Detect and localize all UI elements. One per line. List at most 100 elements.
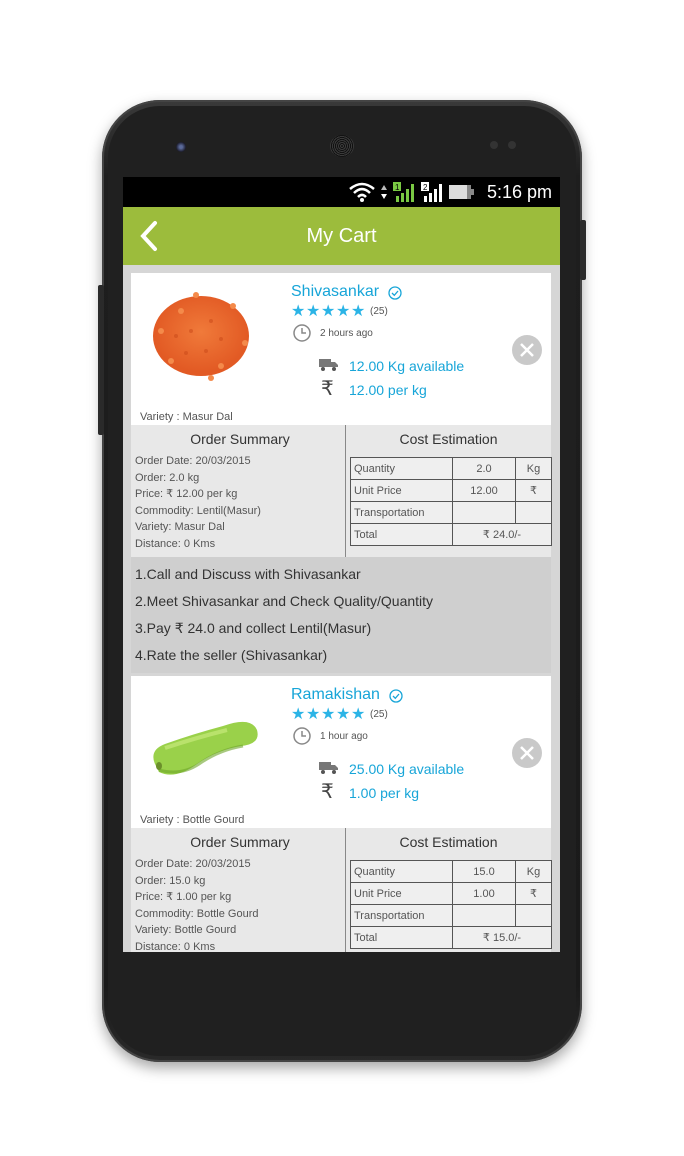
table-row: Total ₹ 24.0/- [350, 523, 552, 546]
remove-item-button[interactable] [512, 335, 542, 365]
cell: Kg [515, 860, 552, 883]
order-price: Price: ₹ 1.00 per kg [135, 891, 232, 903]
battery-icon [448, 185, 474, 199]
cart-list[interactable]: Variety : Masur Dal Shivasankar ★ ★ ★ ★ ★ (2… [123, 265, 560, 952]
order-date: Order Date: 20/03/2015 [135, 858, 251, 870]
rating-count: (25) [370, 306, 388, 317]
step-rate[interactable]: 4.Rate the seller (Shivasankar) [135, 642, 547, 669]
clock-icon [293, 727, 311, 745]
table-row: Total ₹ 15.0/- [350, 926, 552, 949]
rupee-icon: ₹ [321, 781, 334, 803]
table-row: Transportation [350, 501, 552, 524]
order-quantity: Order: 2.0 kg [135, 471, 200, 484]
order-summary: Order Summary Order Date: 20/03/2015 Ord… [131, 828, 346, 952]
data-arrows-icon [380, 185, 387, 199]
order-variety: Variety: Masur Dal [135, 521, 225, 533]
truck-icon [319, 762, 338, 774]
cell: Unit Price [350, 882, 453, 905]
rupee-icon: ₹ [321, 378, 334, 400]
order-variety: Variety: Bottle Gourd [135, 924, 237, 936]
cell: 15.0 [452, 860, 516, 883]
cost-estimation: Cost Estimation Quantity 15.0 Kg Unit Pric… [346, 828, 552, 952]
cell: 12.00 [452, 479, 516, 502]
cell: Transportation [350, 501, 453, 524]
unit-price: 1.00 per kg [349, 785, 420, 801]
step-call: 1.Call and Discuss with Shivasankar [135, 566, 361, 582]
star-icon: ★ [321, 303, 336, 320]
cell [452, 904, 516, 927]
order-summary: Order Summary Order Date: 20/03/2015 Ord… [131, 425, 346, 557]
order-distance: Distance: 0 Kms [135, 940, 216, 953]
close-icon [520, 343, 534, 357]
table-row: Quantity 2.0 Kg [350, 457, 552, 480]
remove-item-button[interactable] [512, 738, 542, 768]
light-sensor [508, 141, 516, 149]
cost-estimation: Cost Estimation Quantity 2.0 Kg Unit Price… [346, 425, 552, 557]
front-camera [176, 142, 186, 152]
table-row: Transportation [350, 904, 552, 927]
svg-text:2: 2 [423, 183, 428, 192]
cell: ₹ 15.0/- [452, 926, 552, 949]
app-bar: My Cart [123, 207, 560, 265]
variety-label: Variety : Bottle Gourd [140, 814, 245, 826]
order-details: Order Date: 20/03/2015 Order: 15.0 kg Pr… [135, 856, 345, 952]
order-summary-title: Order Summary [190, 834, 290, 850]
clock-time: 5:16 pm [486, 181, 552, 202]
cell: ₹ 24.0/- [452, 523, 552, 546]
cell: Quantity [350, 860, 453, 883]
cost-table: Quantity 2.0 Kg Unit Price 12.00 ₹ Transport… [350, 457, 552, 546]
star-icon: ★ [351, 706, 366, 723]
proximity-sensor [490, 141, 498, 149]
page-title: My Cart [306, 225, 377, 247]
cart-item: Variety : Bottle Gourd Ramakishan ★ ★ ★ ★ ★ … [131, 676, 552, 952]
cell: Total [350, 523, 453, 546]
status-bar: 1 2 5:16 pm [123, 177, 560, 207]
order-quantity: Order: 15.0 kg [135, 874, 206, 887]
truck-icon [319, 359, 338, 371]
step-meet: 2.Meet Shivasankar and Check Quality/Qua… [135, 593, 434, 609]
order-date: Order Date: 20/03/2015 [135, 455, 251, 467]
table-row: Quantity 15.0 Kg [350, 860, 552, 883]
cell [452, 501, 516, 524]
power-button [580, 220, 586, 280]
posted-time: 2 hours ago [320, 328, 373, 339]
order-price: Price: ₹ 12.00 per kg [135, 488, 238, 500]
cell: Kg [515, 457, 552, 480]
cell: Unit Price [350, 479, 453, 502]
star-icon: ★ [291, 706, 306, 723]
star-icon: ★ [351, 303, 366, 320]
sim2-signal-icon: 2 [420, 182, 442, 202]
cost-estimation-title: Cost Estimation [399, 834, 498, 850]
seller-name[interactable]: Ramakishan [291, 686, 380, 704]
step-pay: 3.Pay ₹ 24.0 and collect Lentil(Masur) [135, 620, 372, 636]
order-summary-section: Order Summary Order Date: 20/03/2015 Ord… [131, 425, 552, 557]
seller-name[interactable]: Shivasankar [291, 283, 379, 301]
screen: 1 2 5:16 pm My Cart Variety: Masur Dal … [123, 177, 560, 952]
verified-check-icon [389, 689, 403, 703]
cart-item: Variety : Masur Dal Shivasankar ★ ★ ★ ★ ★ (2… [131, 273, 552, 673]
availability: 25.00 Kg available [349, 761, 465, 777]
rating-count: (25) [370, 709, 388, 720]
earpiece-speaker [330, 135, 354, 157]
table-row: Unit Price 1.00 ₹ [350, 882, 552, 905]
cart-item-header: Variety : Masur Dal Shivasankar ★ ★ ★ ★ ★ (2… [131, 273, 551, 425]
order-summary-section: Order Summary Order Date: 20/03/2015 Ord… [131, 828, 552, 952]
svg-text:1: 1 [395, 183, 400, 192]
order-details: Order Date: 20/03/2015 Order: 2.0 kg Pri… [135, 453, 345, 552]
cell: Transportation [350, 904, 453, 927]
wifi-icon [349, 182, 375, 202]
table-row: Unit Price 12.00 ₹ [350, 479, 552, 502]
cell: ₹ [515, 882, 552, 905]
cost-table: Quantity 15.0 Kg Unit Price 1.00 ₹ Transport… [350, 860, 552, 949]
cost-estimation-title: Cost Estimation [399, 431, 498, 447]
sim1-signal-icon: 1 [392, 182, 414, 202]
verified-check-icon [388, 286, 402, 300]
rating-stars: ★ ★ ★ ★ ★ [291, 706, 366, 723]
cell: Quantity [350, 457, 453, 480]
cell [515, 501, 552, 524]
lentil-product-image [153, 292, 249, 381]
order-distance: Distance: 0 Kms [135, 537, 216, 550]
unit-price: 12.00 per kg [349, 382, 427, 398]
cell: 1.00 [452, 882, 516, 905]
purchase-steps: 1.Call and Discuss with Shivasankar 2.Me… [131, 557, 551, 673]
